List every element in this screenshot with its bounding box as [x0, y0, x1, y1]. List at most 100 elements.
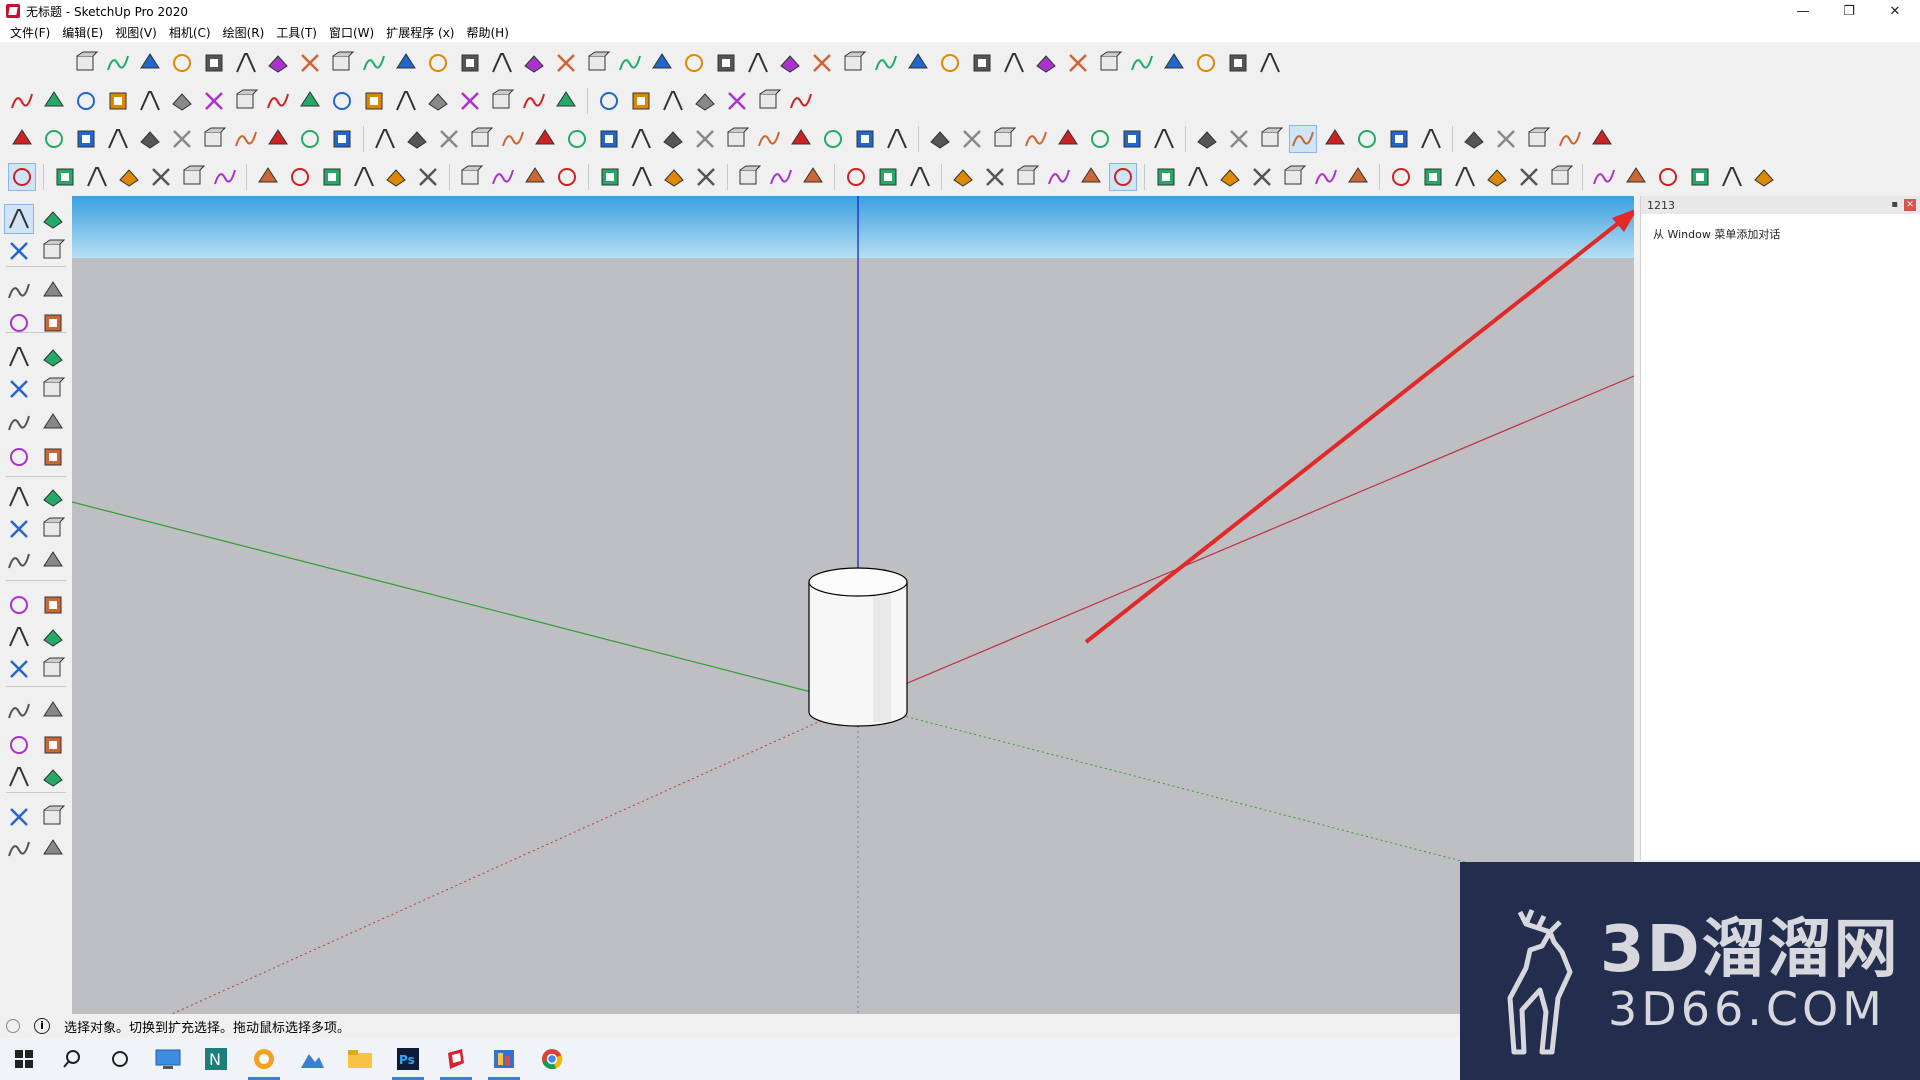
- row3-tool-44-icon[interactable]: [1460, 125, 1488, 153]
- palette-tool-16-icon[interactable]: [4, 482, 34, 512]
- palette-tool-9-icon[interactable]: [38, 342, 68, 372]
- row4-tool-23-icon[interactable]: [799, 163, 827, 191]
- row1-tool-10-icon[interactable]: [392, 49, 420, 77]
- row3-tool-15-icon[interactable]: [499, 125, 527, 153]
- taskbar-layout[interactable]: [480, 1038, 528, 1080]
- palette-tool-32-icon[interactable]: [4, 762, 34, 792]
- row1-tool-22-icon[interactable]: [776, 49, 804, 77]
- row1-tool-20-icon[interactable]: [712, 49, 740, 77]
- row3-tool-43-icon[interactable]: [1417, 125, 1445, 153]
- taskbar-photoshop[interactable]: Ps: [384, 1038, 432, 1080]
- palette-tool-30-icon[interactable]: [4, 730, 34, 760]
- close-button[interactable]: ✕: [1872, 0, 1918, 22]
- row3-tool-2-icon[interactable]: [72, 125, 100, 153]
- palette-tool-36-icon[interactable]: [4, 834, 34, 864]
- row3-tool-48-icon[interactable]: [1588, 125, 1616, 153]
- row4-tool-13-icon[interactable]: [457, 163, 485, 191]
- row2-tool-22-icon[interactable]: [723, 87, 751, 115]
- task-view-button[interactable]: [96, 1038, 144, 1080]
- row1-tool-37-icon[interactable]: [1256, 49, 1284, 77]
- row1-tool-31-icon[interactable]: [1064, 49, 1092, 77]
- row3-tool-30-icon[interactable]: [990, 125, 1018, 153]
- palette-tool-14-icon[interactable]: [4, 442, 34, 472]
- row3-tool-46-icon[interactable]: [1524, 125, 1552, 153]
- row3-tool-42-icon[interactable]: [1385, 125, 1413, 153]
- row2-tool-4-icon[interactable]: [136, 87, 164, 115]
- palette-tool-29-icon[interactable]: [38, 696, 68, 726]
- row1-tool-14-icon[interactable]: [520, 49, 548, 77]
- row2-tool-19-icon[interactable]: [627, 87, 655, 115]
- row1-tool-36-icon[interactable]: [1224, 49, 1252, 77]
- palette-tool-28-icon[interactable]: [4, 696, 34, 726]
- row1-tool-25-icon[interactable]: [872, 49, 900, 77]
- row3-tool-11-icon[interactable]: [371, 125, 399, 153]
- row3-tool-7-icon[interactable]: [232, 125, 260, 153]
- row3-tool-34-icon[interactable]: [1118, 125, 1146, 153]
- palette-tool-37-icon[interactable]: [38, 834, 68, 864]
- row1-tool-23-icon[interactable]: [808, 49, 836, 77]
- row1-tool-8-icon[interactable]: [328, 49, 356, 77]
- row2-tool-8-icon[interactable]: [264, 87, 292, 115]
- row4-tool-33-icon[interactable]: [1152, 163, 1180, 191]
- panel-close-icon[interactable]: ✕: [1904, 199, 1916, 211]
- row3-tool-41-icon[interactable]: [1353, 125, 1381, 153]
- taskbar-app-n[interactable]: N: [192, 1038, 240, 1080]
- palette-tool-23-icon[interactable]: [38, 590, 68, 620]
- row4-tool-26-icon[interactable]: [906, 163, 934, 191]
- menu-edit[interactable]: 编辑(E): [56, 24, 109, 41]
- row4-tool-22-icon[interactable]: [767, 163, 795, 191]
- menu-draw[interactable]: 绘图(R): [217, 24, 271, 41]
- row3-tool-31-icon[interactable]: [1022, 125, 1050, 153]
- row2-tool-17-icon[interactable]: [552, 87, 580, 115]
- row4-tool-50-icon[interactable]: [1718, 163, 1746, 191]
- restore-button[interactable]: ❐: [1826, 0, 1872, 22]
- row3-tool-28-icon[interactable]: [926, 125, 954, 153]
- row3-tool-38-icon[interactable]: [1257, 125, 1285, 153]
- geo-location-icon[interactable]: [6, 1019, 20, 1033]
- row3-tool-10-icon[interactable]: [328, 125, 356, 153]
- row4-tool-43-icon[interactable]: [1483, 163, 1511, 191]
- palette-tool-34-icon[interactable]: [4, 802, 34, 832]
- row4-tool-17-icon[interactable]: [596, 163, 624, 191]
- row4-tool-1-icon[interactable]: [51, 163, 79, 191]
- row2-tool-13-icon[interactable]: [424, 87, 452, 115]
- row4-tool-29-icon[interactable]: [1013, 163, 1041, 191]
- row3-tool-6-icon[interactable]: [200, 125, 228, 153]
- row1-tool-19-icon[interactable]: [680, 49, 708, 77]
- row1-tool-24-icon[interactable]: [840, 49, 868, 77]
- row4-tool-48-icon[interactable]: [1654, 163, 1682, 191]
- row1-tool-2-icon[interactable]: [136, 49, 164, 77]
- row4-tool-31-icon[interactable]: [1077, 163, 1105, 191]
- row3-tool-13-icon[interactable]: [435, 125, 463, 153]
- row3-tool-0-icon[interactable]: [8, 125, 36, 153]
- row1-tool-35-icon[interactable]: [1192, 49, 1220, 77]
- row4-tool-7-icon[interactable]: [254, 163, 282, 191]
- row4-tool-15-icon[interactable]: [521, 163, 549, 191]
- row4-tool-51-icon[interactable]: [1750, 163, 1778, 191]
- row2-tool-12-icon[interactable]: [392, 87, 420, 115]
- row4-tool-4-icon[interactable]: [147, 163, 175, 191]
- row3-tool-27-icon[interactable]: [883, 125, 911, 153]
- menu-file[interactable]: 文件(F): [4, 24, 56, 41]
- row4-tool-36-icon[interactable]: [1248, 163, 1276, 191]
- palette-tool-11-icon[interactable]: [38, 374, 68, 404]
- row4-tool-38-icon[interactable]: [1312, 163, 1340, 191]
- palette-tool-31-icon[interactable]: [38, 730, 68, 760]
- taskbar-sketchup[interactable]: [432, 1038, 480, 1080]
- row3-tool-8-icon[interactable]: [264, 125, 292, 153]
- row1-tool-12-icon[interactable]: [456, 49, 484, 77]
- row4-tool-49-icon[interactable]: [1686, 163, 1714, 191]
- row2-tool-1-icon[interactable]: [40, 87, 68, 115]
- row3-tool-29-icon[interactable]: [958, 125, 986, 153]
- row4-tool-32-icon[interactable]: [1109, 163, 1137, 191]
- row4-tool-28-icon[interactable]: [981, 163, 1009, 191]
- row4-tool-5-icon[interactable]: [179, 163, 207, 191]
- row1-tool-16-icon[interactable]: [584, 49, 612, 77]
- row1-tool-27-icon[interactable]: [936, 49, 964, 77]
- row1-tool-30-icon[interactable]: [1032, 49, 1060, 77]
- row3-tool-25-icon[interactable]: [819, 125, 847, 153]
- row2-tool-6-icon[interactable]: [200, 87, 228, 115]
- palette-tool-10-icon[interactable]: [4, 374, 34, 404]
- palette-tool-18-icon[interactable]: [4, 514, 34, 544]
- row1-tool-26-icon[interactable]: [904, 49, 932, 77]
